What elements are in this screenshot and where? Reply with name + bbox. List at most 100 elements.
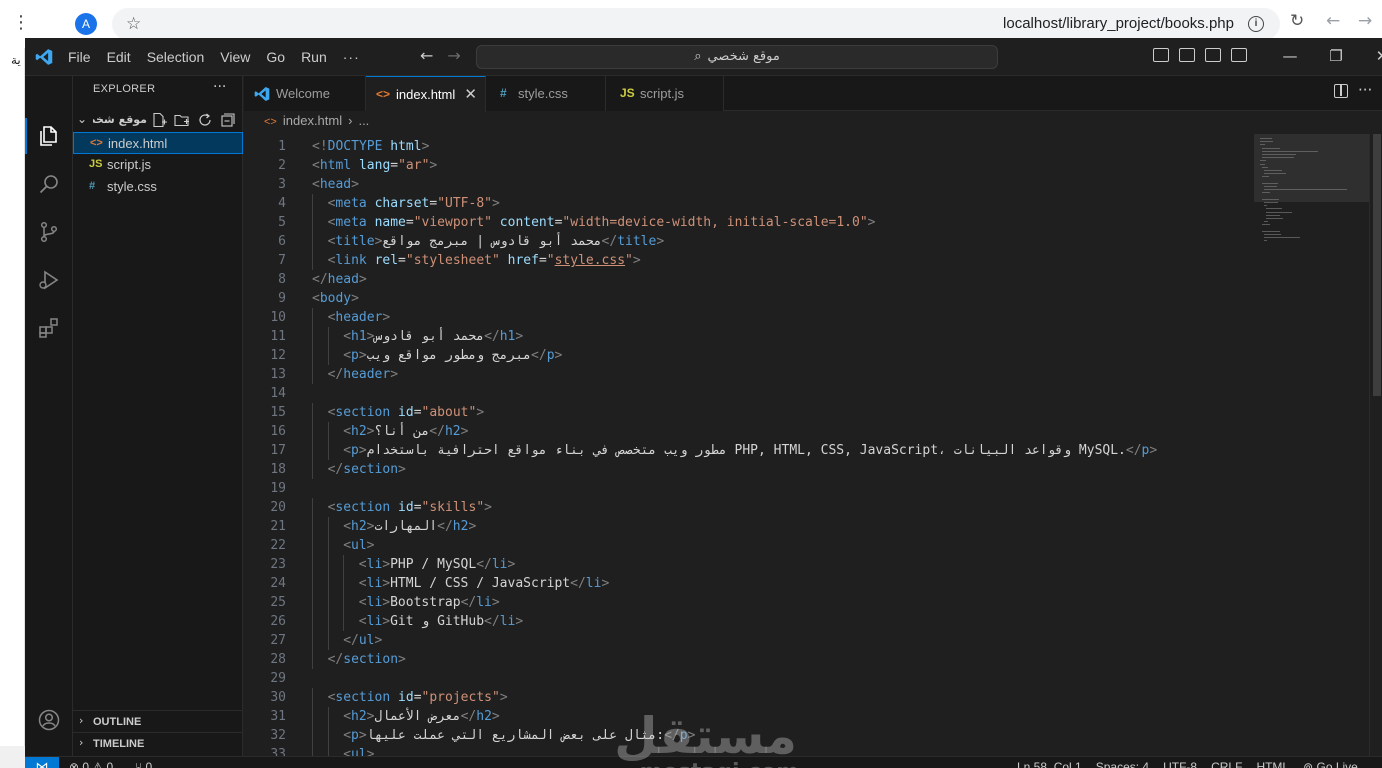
remote-indicator-icon[interactable]: ⋈ <box>25 757 59 768</box>
toggle-panel-icon[interactable] <box>1179 48 1195 62</box>
menu-run[interactable]: Run <box>293 38 335 76</box>
reload-icon[interactable]: ↻ <box>1290 11 1304 31</box>
code-line[interactable]: 5 <meta name="viewport" content="width=de… <box>244 213 1254 232</box>
code-line[interactable]: 8 </head> <box>244 270 1254 289</box>
code-line[interactable]: 28 </section> <box>244 650 1254 669</box>
site-info-icon[interactable]: i <box>1248 16 1264 32</box>
code-line[interactable]: 3 <head> <box>244 175 1254 194</box>
tab-welcome[interactable]: Welcome <box>244 76 366 111</box>
customize-layout-icon[interactable] <box>1231 48 1247 62</box>
refresh-icon[interactable] <box>197 112 213 128</box>
code-line[interactable]: 9 <body> <box>244 289 1254 308</box>
code-line[interactable]: 26 <li>Git و GitHub</li> <box>244 612 1254 631</box>
file-item-style-css[interactable]: # style.css <box>73 176 243 198</box>
ports-indicator[interactable]: ⑂ 0 <box>135 760 152 768</box>
code-line[interactable]: 10 <header> <box>244 308 1254 327</box>
code-line[interactable]: 16 <h2>من أنا؟</h2> <box>244 422 1254 441</box>
go-live-button[interactable]: ⊚ Go Live <box>1303 760 1358 768</box>
bookmark-star-icon[interactable]: ☆ <box>126 13 141 35</box>
new-file-icon[interactable] <box>151 112 167 128</box>
code-line[interactable]: 20 <section id="skills"> <box>244 498 1254 517</box>
file-item-index-html[interactable]: <> index.html <box>73 132 243 154</box>
new-folder-icon[interactable] <box>174 112 190 128</box>
tab-index-html[interactable]: <> index.html ✕ <box>366 76 486 112</box>
address-bar[interactable]: ☆ localhost/library_project/books.php i <box>112 8 1280 40</box>
accounts-icon[interactable] <box>37 708 61 732</box>
file-item-script-js[interactable]: JS script.js <box>73 154 243 176</box>
scrollbar-thumb[interactable] <box>1373 134 1381 396</box>
code-line[interactable]: 33 <ul> <box>244 745 1254 756</box>
menu-file[interactable]: File <box>60 38 99 76</box>
menu-selection[interactable]: Selection <box>139 38 213 76</box>
code-line[interactable]: 15 <section id="about"> <box>244 403 1254 422</box>
language-mode[interactable]: HTML <box>1256 760 1289 768</box>
code-line[interactable]: 22 <ul> <box>244 536 1254 555</box>
problems-indicator[interactable]: ⊗ 0 ⚠ 0 <box>69 760 113 768</box>
menu-edit[interactable]: Edit <box>99 38 139 76</box>
indentation[interactable]: Spaces: 4 <box>1096 760 1149 768</box>
timeline-section[interactable]: › TIMELINE <box>73 732 243 754</box>
breadcrumb-symbol[interactable]: ... <box>358 113 369 128</box>
code-line[interactable]: 23 <li>PHP / MySQL</li> <box>244 555 1254 574</box>
code-line[interactable]: 19 <box>244 479 1254 498</box>
code-line[interactable]: 29 <box>244 669 1254 688</box>
toggle-primary-sidebar-icon[interactable] <box>1153 48 1169 62</box>
close-icon[interactable]: ✕ <box>464 85 477 103</box>
encoding[interactable]: UTF-8 <box>1163 760 1197 768</box>
code-line[interactable]: 24 <li>HTML / CSS / JavaScript</li> <box>244 574 1254 593</box>
breadcrumb-file[interactable]: index.html <box>283 113 342 128</box>
forward-arrow-icon[interactable]: → <box>1358 11 1372 31</box>
search-view-icon[interactable] <box>37 172 61 196</box>
command-center[interactable]: ⌕ موقع شخصي <box>476 45 998 69</box>
nav-back-icon[interactable]: ← <box>420 46 433 65</box>
toggle-secondary-sidebar-icon[interactable] <box>1205 48 1221 62</box>
nav-forward-icon[interactable]: → <box>447 46 460 65</box>
browser-menu-icon[interactable]: ⋮ <box>12 12 30 34</box>
restore-icon[interactable]: ❐ <box>1313 44 1359 68</box>
code-line[interactable]: 18 </section> <box>244 460 1254 479</box>
menu-view[interactable]: View <box>212 38 258 76</box>
code-line[interactable]: 12 <p>مبرمج ومطور مواقع ويب</p> <box>244 346 1254 365</box>
collapse-all-icon[interactable] <box>220 112 236 128</box>
back-arrow-icon[interactable]: ← <box>1326 11 1340 31</box>
code-line[interactable]: 27 </ul> <box>244 631 1254 650</box>
code-line[interactable]: 4 <meta charset="UTF-8"> <box>244 194 1254 213</box>
address-url[interactable]: localhost/library_project/books.php <box>1003 15 1234 32</box>
source-control-icon[interactable] <box>37 220 61 244</box>
code-editor[interactable]: 1 <!DOCTYPE html> 2 <html lang="ar"> 3 <head>… <box>244 134 1254 756</box>
code-line[interactable]: 2 <html lang="ar"> <box>244 156 1254 175</box>
tab-style-css[interactable]: # style.css <box>486 76 606 111</box>
code-line[interactable]: 17 <p>مطور ويب متخصص في بناء مواقع احتراف… <box>244 441 1254 460</box>
minimize-icon[interactable]: — <box>1267 44 1313 68</box>
code-line[interactable]: 7 <link rel="stylesheet" href="style.css"… <box>244 251 1254 270</box>
extensions-icon[interactable] <box>37 316 61 340</box>
code-line[interactable]: 31 <h2>معرض الأعمال</h2> <box>244 707 1254 726</box>
menu-more[interactable]: ··· <box>335 38 368 76</box>
minimap[interactable] <box>1254 134 1369 756</box>
code-line[interactable]: 32 <p>مثال على بعض المشاريع التي عملت علي… <box>244 726 1254 745</box>
code-line[interactable]: 21 <h2>المهارات</h2> <box>244 517 1254 536</box>
vertical-scrollbar[interactable] <box>1369 134 1382 756</box>
split-editor-icon[interactable] <box>1334 84 1348 98</box>
code-line[interactable]: 25 <li>Bootstrap</li> <box>244 593 1254 612</box>
minimap-viewport[interactable] <box>1254 134 1369 202</box>
code-line[interactable]: 6 <title>محمد أبو قادوس | مبرمج مواقع</ti… <box>244 232 1254 251</box>
menu-go[interactable]: Go <box>258 38 293 76</box>
cursor-position[interactable]: Ln 58, Col 1 <box>1017 760 1082 768</box>
line-ending[interactable]: CRLF <box>1211 760 1242 768</box>
outline-section[interactable]: › OUTLINE <box>73 710 243 732</box>
profile-avatar[interactable]: A <box>75 13 97 35</box>
explorer-more-icon[interactable]: ··· <box>213 79 226 95</box>
code-line[interactable]: 11 <h1>محمد أبو قادوس</h1> <box>244 327 1254 346</box>
run-debug-icon[interactable] <box>37 268 61 292</box>
workspace-folder[interactable]: ⌄ موقع شخصي <box>73 110 243 132</box>
close-window-icon[interactable]: ✕ <box>1359 44 1382 68</box>
code-line[interactable]: 1 <!DOCTYPE html> <box>244 137 1254 156</box>
tab-script-js[interactable]: JS script.js <box>606 76 724 111</box>
indent-guide <box>312 574 313 593</box>
editor-more-icon[interactable]: ··· <box>1358 81 1372 99</box>
code-line[interactable]: 30 <section id="projects"> <box>244 688 1254 707</box>
code-line[interactable]: 14 <box>244 384 1254 403</box>
code-line[interactable]: 13 </header> <box>244 365 1254 384</box>
explorer-files-icon[interactable] <box>37 124 61 148</box>
